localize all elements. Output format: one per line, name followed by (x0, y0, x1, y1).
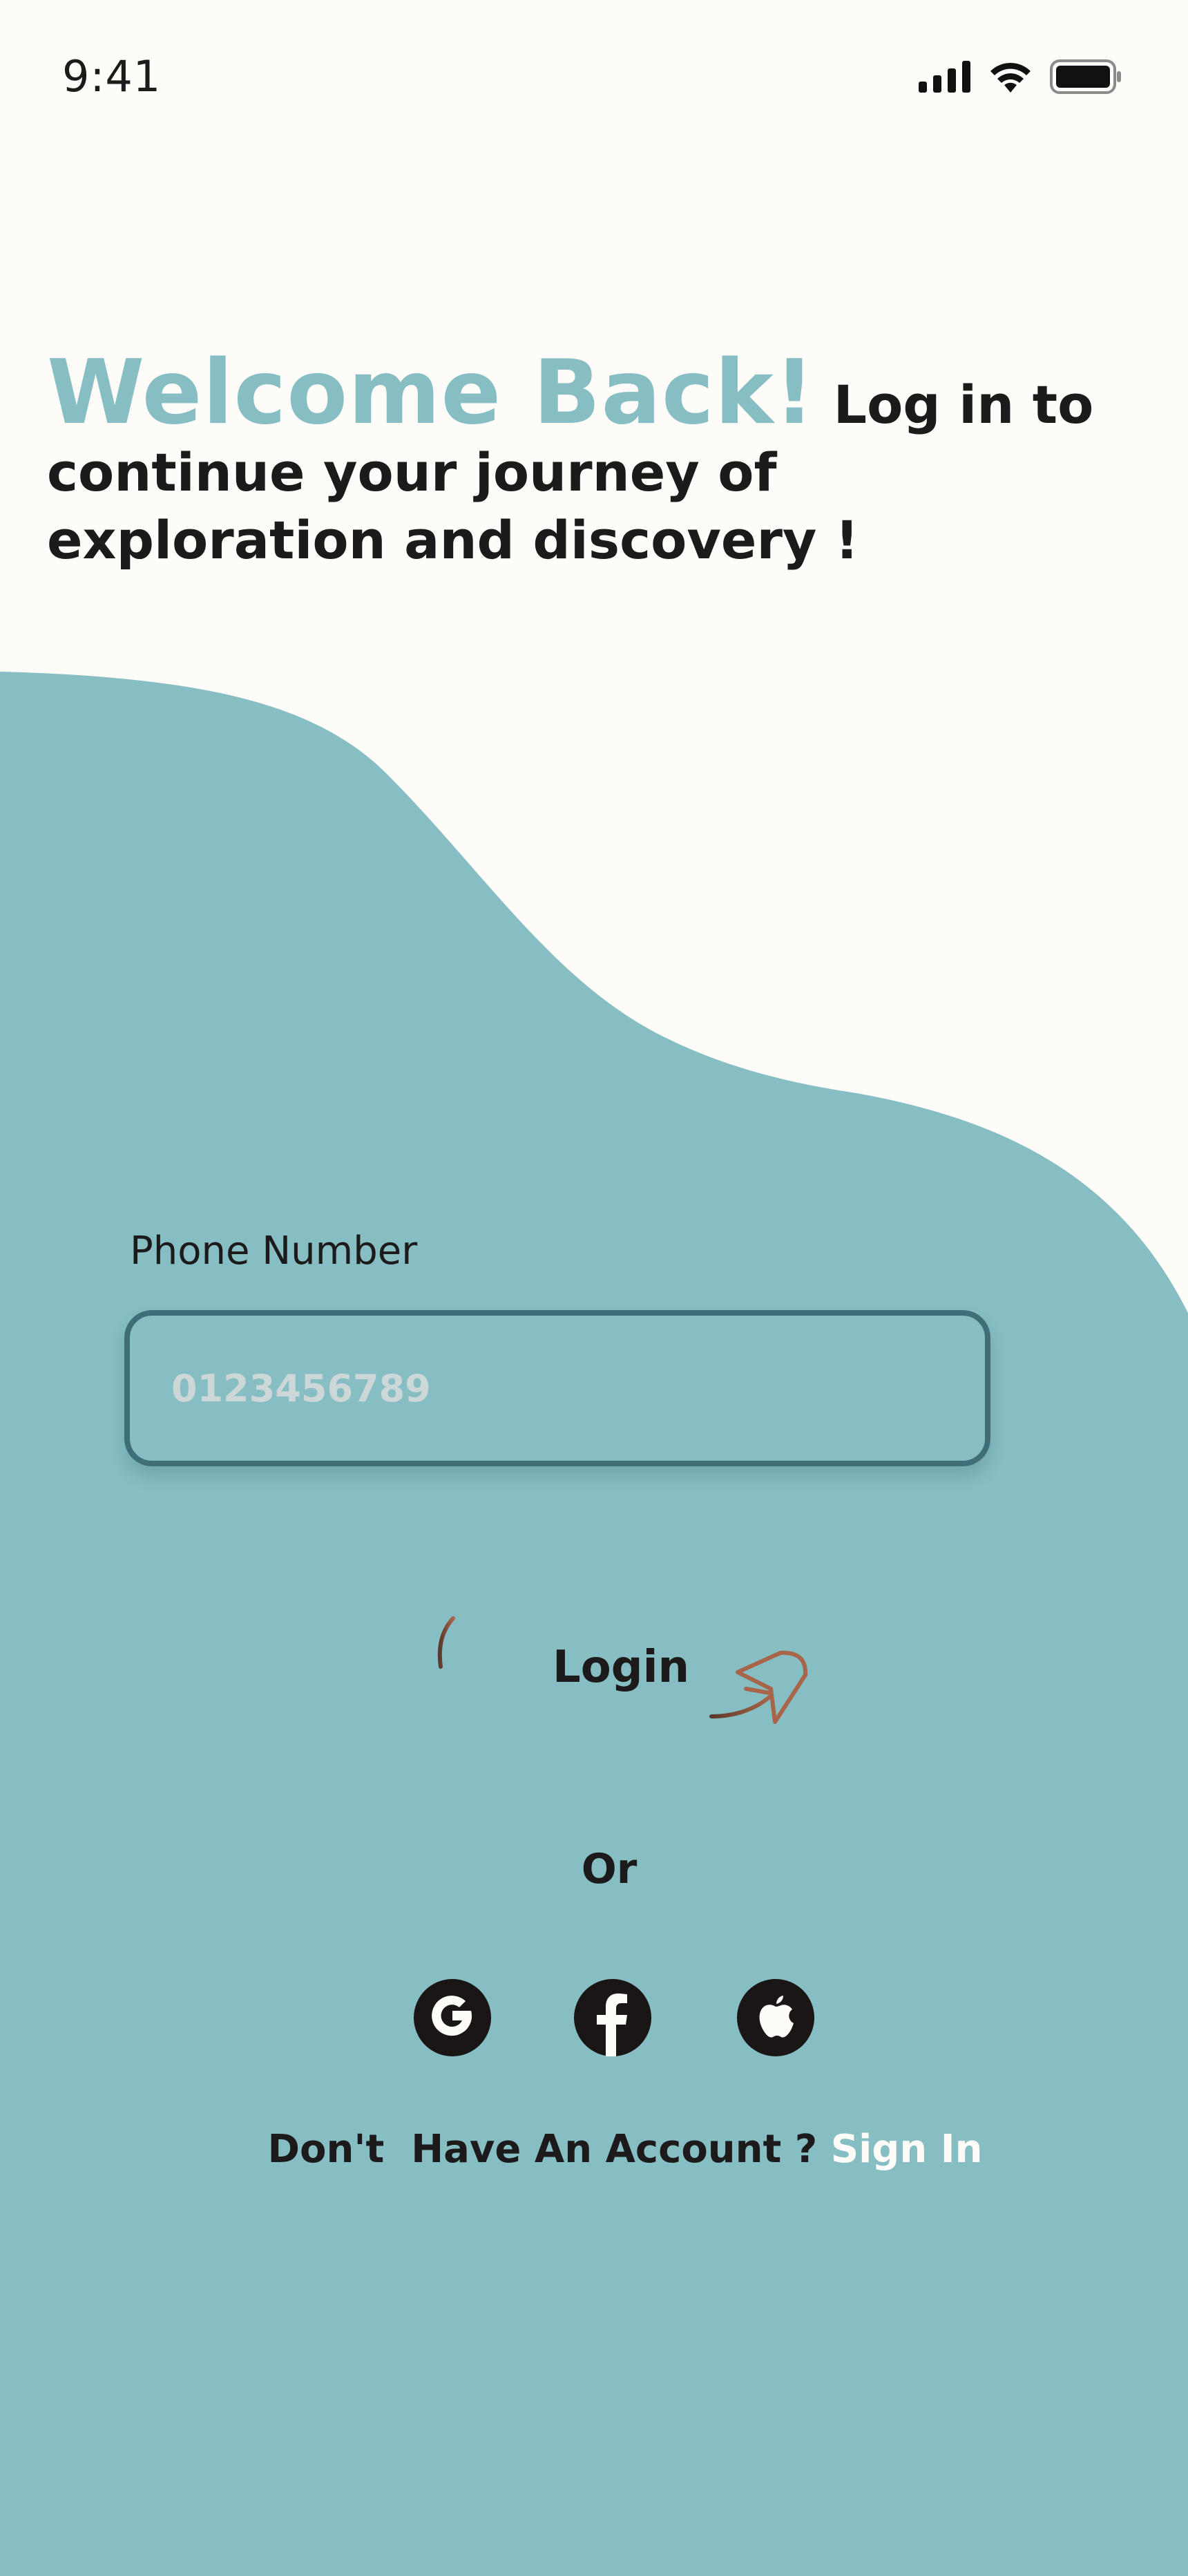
no-account-text: Don't Have An Account ? (267, 2127, 831, 2172)
status-icons (919, 59, 1122, 94)
cellular-signal-icon (919, 61, 970, 93)
signup-prompt-row: Don't Have An Account ? Sign In (0, 2127, 1188, 2172)
phone-number-input[interactable] (124, 1310, 990, 1466)
apple-login-button[interactable] (737, 1979, 814, 2056)
sign-in-link[interactable]: Sign In (831, 2127, 983, 2172)
wifi-icon (990, 62, 1031, 93)
status-bar: 9:41 (0, 0, 1188, 159)
welcome-title: Welcome Back! (47, 341, 816, 444)
facebook-login-button[interactable] (574, 1979, 651, 2056)
login-button[interactable]: Login (428, 1603, 815, 1741)
google-icon (432, 1996, 472, 2036)
status-time: 9:41 (62, 51, 162, 102)
phone-number-label: Phone Number (130, 1229, 418, 1273)
login-button-label: Login (553, 1642, 690, 1693)
or-divider-text: Or (581, 1845, 638, 1893)
intro-heading: Welcome Back! Log in to continue your jo… (47, 349, 1124, 574)
facebook-icon (597, 1993, 627, 2056)
apple-icon (759, 1996, 794, 2038)
battery-icon (1050, 59, 1121, 94)
google-login-button[interactable] (414, 1979, 491, 2056)
